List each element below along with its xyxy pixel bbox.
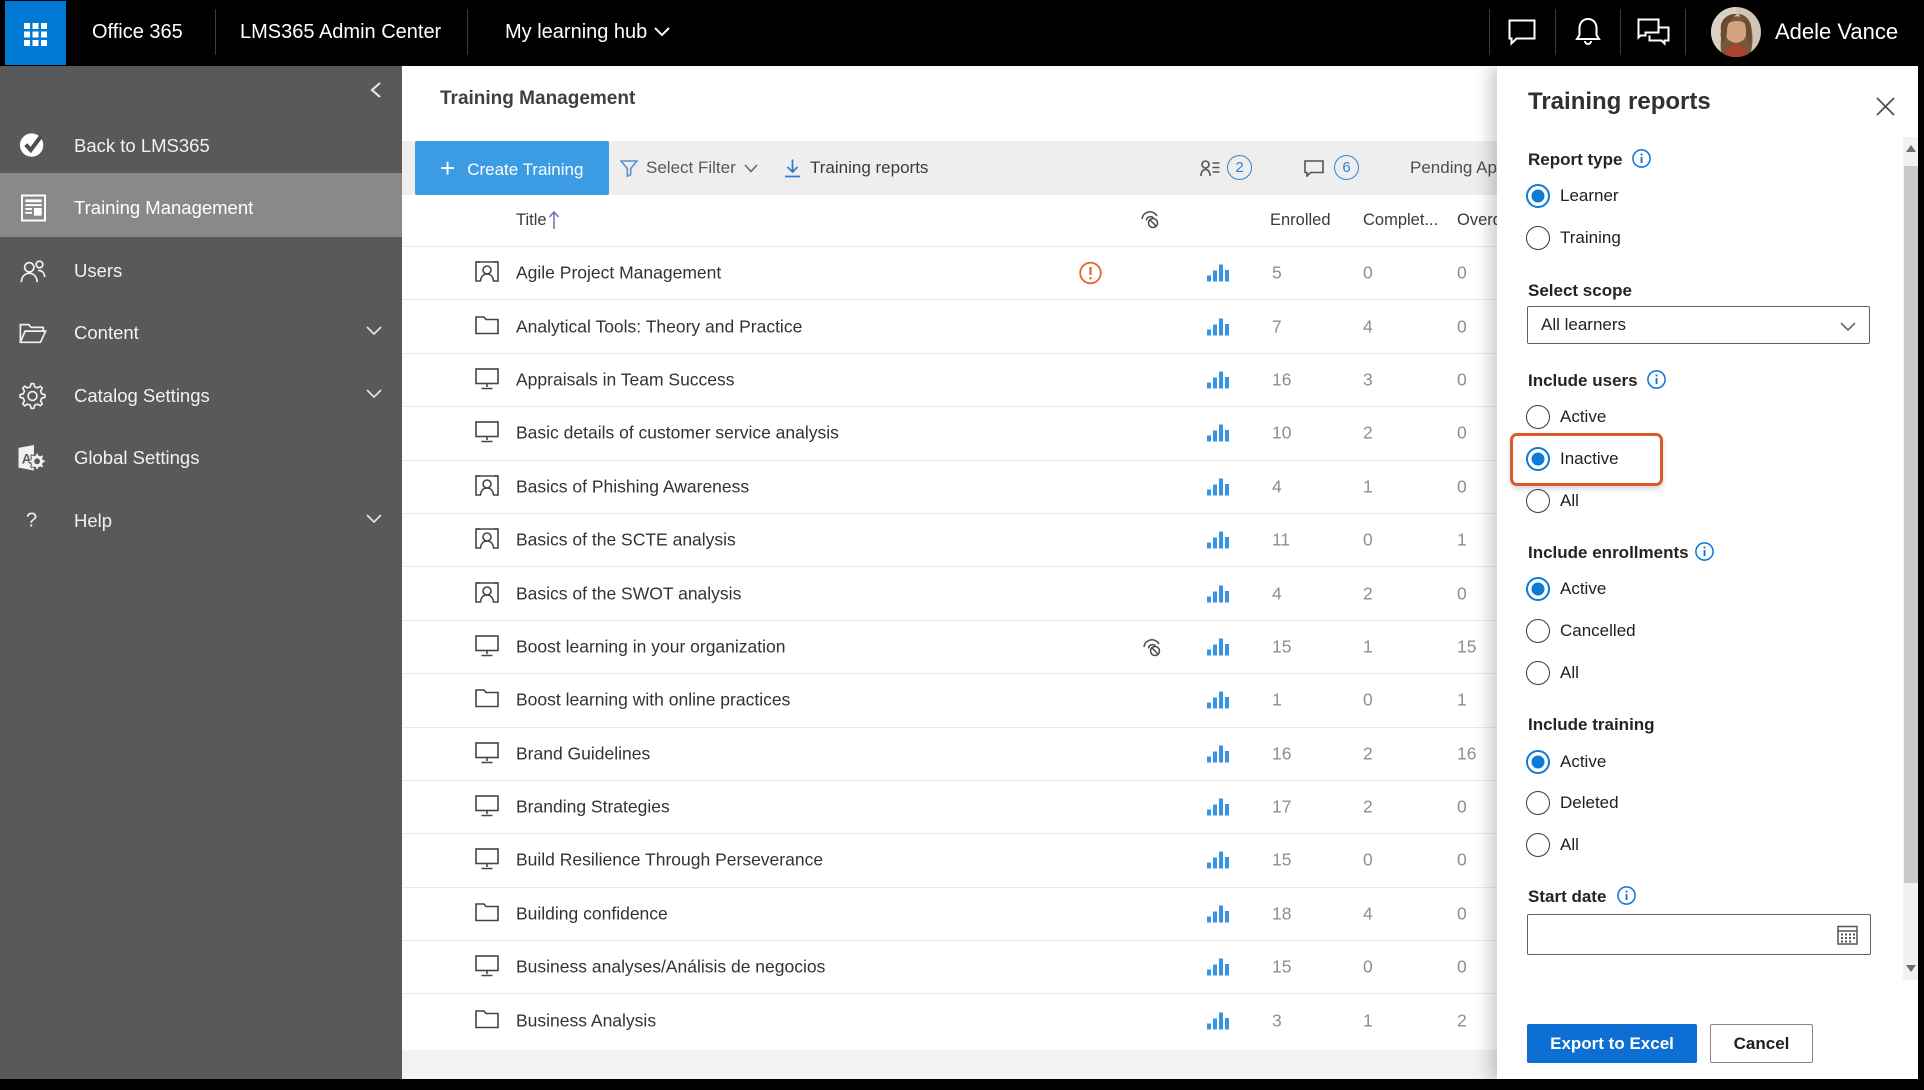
svg-text:A: A — [22, 451, 32, 466]
